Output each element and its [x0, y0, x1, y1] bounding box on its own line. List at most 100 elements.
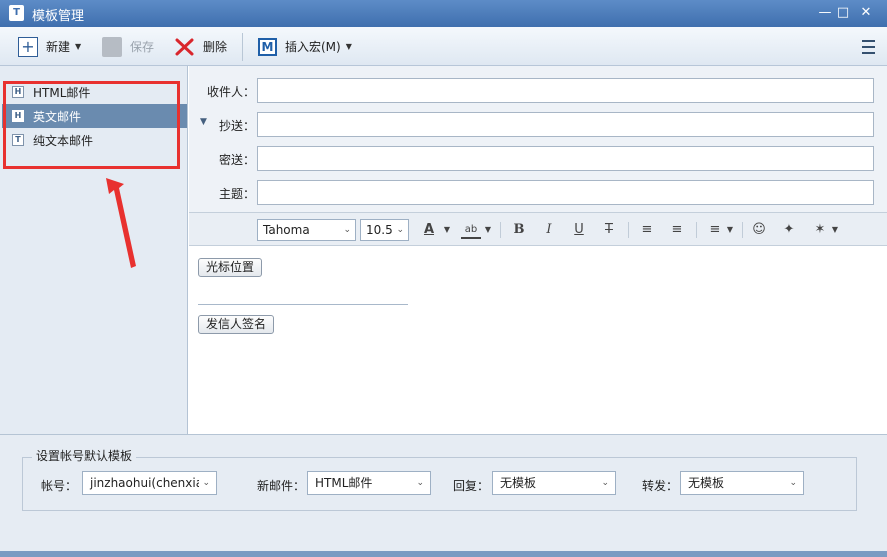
subject-row: 主题：: [189, 180, 887, 206]
format-separator: [696, 222, 697, 238]
save-button[interactable]: 保存: [102, 27, 154, 66]
forward-select[interactable]: 无模板 ⌄: [680, 471, 804, 495]
signature-divider: [198, 304, 408, 305]
to-field[interactable]: [257, 78, 874, 103]
bcc-field[interactable]: [257, 146, 874, 171]
account-select[interactable]: jinzhaohui(chenxiao ⌄: [82, 471, 217, 495]
template-item-label: 英文邮件: [33, 109, 82, 124]
bcc-row: 密送：: [189, 146, 887, 172]
toolbar: + 新建 ▼ 保存 删除 M 插入宏(M) ▼: [0, 27, 887, 66]
italic-button[interactable]: I: [541, 221, 557, 239]
font-size-value: 10.5: [366, 223, 393, 237]
compose-area: 收件人： ▼ 抄送： 密送： 主题： Tahoma ⌄ 10.5 ⌄ A ▼ a…: [189, 66, 887, 434]
title-bar: T 模板管理 — □ ✕: [0, 0, 887, 27]
window-bottom-border: [0, 551, 887, 557]
subject-label: 主题：: [218, 187, 255, 201]
new-button[interactable]: + 新建 ▼: [18, 27, 81, 66]
numbered-list-icon[interactable]: ≡: [668, 221, 686, 239]
font-family-select[interactable]: Tahoma ⌄: [257, 219, 356, 241]
forward-label: 转发：: [642, 479, 679, 493]
to-row: 收件人：: [189, 78, 887, 104]
new-label: 新建: [46, 40, 71, 54]
reply-label: 回复：: [453, 479, 490, 493]
chevron-down-icon: ⌄: [786, 472, 797, 494]
annotation-arrow-icon: [106, 178, 136, 268]
format-separator: [500, 222, 501, 238]
dropdown-arrow-icon[interactable]: ▼: [830, 221, 840, 239]
account-value: jinzhaohui(chenxiao: [90, 476, 211, 490]
insert-macro-label: 插入宏(M): [285, 40, 341, 54]
chevron-down-icon: ⌄: [396, 225, 404, 235]
template-item-english[interactable]: H 英文邮件: [2, 104, 187, 128]
new-mail-select[interactable]: HTML邮件 ⌄: [307, 471, 431, 495]
save-label: 保存: [130, 40, 155, 54]
template-item-label: HTML邮件: [33, 85, 91, 100]
list-menu-icon: [858, 37, 878, 57]
header-fields: 收件人： ▼ 抄送： 密送： 主题：: [189, 66, 887, 212]
macro-icon: M: [258, 37, 277, 56]
bcc-label: 密送：: [218, 153, 255, 167]
window-title: 模板管理: [32, 9, 85, 24]
menu-button[interactable]: [858, 27, 886, 66]
format-toolbar: Tahoma ⌄ 10.5 ⌄ A ▼ ab ▼ B I U T ≡ ≡ ≡ ▼…: [189, 212, 887, 246]
subject-field[interactable]: [257, 180, 874, 205]
template-list: H HTML邮件 H 英文邮件 T 纯文本邮件: [0, 66, 188, 434]
new-mail-value: HTML邮件: [315, 476, 373, 490]
bold-button[interactable]: B: [511, 221, 527, 239]
template-item-plaintext[interactable]: T 纯文本邮件: [2, 128, 187, 152]
dropdown-arrow-icon[interactable]: ▼: [346, 42, 352, 51]
sender-signature-button[interactable]: 发信人签名: [198, 315, 275, 334]
insert-macro-button[interactable]: M 插入宏(M) ▼: [258, 27, 352, 66]
highlight-color-button[interactable]: ab: [461, 221, 481, 239]
expand-triangle-icon[interactable]: ▼: [200, 117, 207, 127]
align-icon[interactable]: ≡: [706, 221, 724, 239]
cc-field[interactable]: [257, 112, 874, 137]
html-template-icon: H: [12, 110, 24, 122]
dropdown-arrow-icon[interactable]: ▼: [725, 221, 735, 239]
magic-wand-icon[interactable]: ✶: [810, 221, 830, 239]
plus-icon: +: [18, 36, 38, 57]
dropdown-arrow-icon[interactable]: ▼: [442, 221, 452, 239]
text-color-button[interactable]: A: [422, 221, 436, 239]
format-separator: [742, 222, 743, 238]
delete-icon: [175, 37, 195, 57]
underline-button[interactable]: U: [571, 221, 587, 239]
strikethrough-button[interactable]: T: [601, 221, 617, 239]
default-template-panel: 设置帐号默认模板 帐号： jinzhaohui(chenxiao ⌄ 新邮件： …: [0, 434, 887, 557]
account-label: 帐号：: [41, 479, 78, 493]
bullet-list-icon[interactable]: ≡: [638, 221, 656, 239]
html-template-icon: H: [12, 86, 24, 98]
format-separator: [628, 222, 629, 238]
template-item-label: 纯文本邮件: [33, 133, 94, 148]
dropdown-arrow-icon[interactable]: ▼: [75, 42, 81, 51]
toolbar-separator: [242, 33, 243, 61]
forward-value: 无模板: [688, 476, 725, 490]
format-painter-icon[interactable]: ✦: [780, 221, 798, 239]
dropdown-arrow-icon[interactable]: ▼: [483, 221, 493, 239]
reply-value: 无模板: [500, 476, 537, 490]
chevron-down-icon: ⌄: [598, 472, 609, 494]
chevron-down-icon: ⌄: [199, 472, 210, 494]
font-size-select[interactable]: 10.5 ⌄: [360, 219, 409, 241]
close-icon[interactable]: ✕: [856, 4, 876, 22]
chevron-down-icon: ⌄: [343, 225, 351, 235]
new-mail-label: 新邮件：: [257, 479, 306, 493]
cc-label: 抄送：: [218, 119, 255, 133]
reply-select[interactable]: 无模板 ⌄: [492, 471, 616, 495]
text-template-icon: T: [12, 134, 24, 146]
cursor-position-button[interactable]: 光标位置: [198, 258, 263, 277]
font-family-value: Tahoma: [263, 223, 310, 237]
chevron-down-icon: ⌄: [413, 472, 424, 494]
delete-button[interactable]: 删除: [175, 27, 227, 66]
minimize-icon[interactable]: —: [815, 4, 835, 22]
emoji-icon[interactable]: ☺: [750, 221, 768, 239]
app-icon: T: [9, 5, 24, 21]
template-item-html[interactable]: H HTML邮件: [2, 80, 187, 104]
to-label: 收件人：: [206, 85, 255, 99]
cc-row: ▼ 抄送：: [189, 112, 887, 138]
editor-body[interactable]: 光标位置 发信人签名: [189, 246, 887, 434]
maximize-icon[interactable]: □: [833, 4, 853, 22]
save-icon: [102, 36, 122, 57]
delete-label: 删除: [203, 40, 228, 54]
groupbox-title: 设置帐号默认模板: [32, 447, 137, 464]
